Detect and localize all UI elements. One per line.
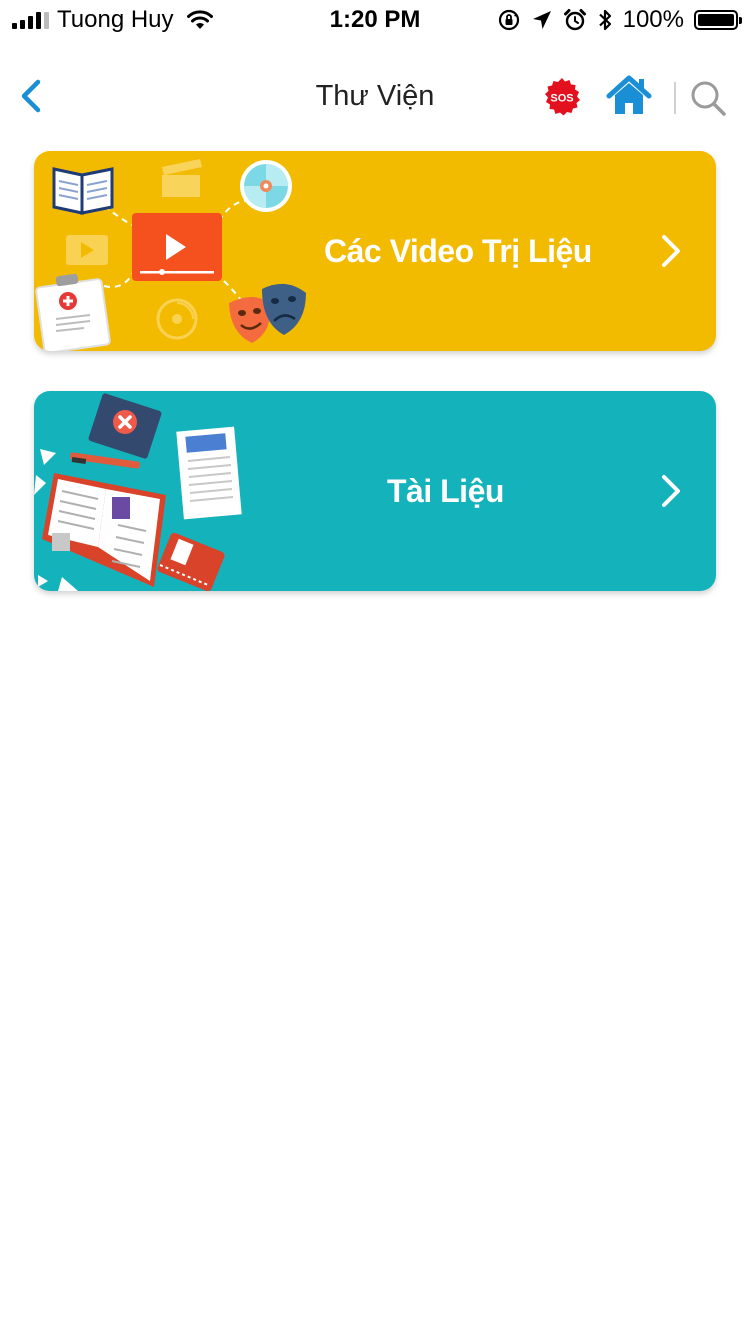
navigation-bar: Thư Viện SOS [0, 56, 750, 136]
pen-icon [70, 452, 140, 469]
location-arrow-icon [532, 11, 551, 29]
disc-icon [240, 160, 292, 212]
chevron-right-icon [662, 235, 680, 267]
chevron-right-icon [662, 475, 680, 507]
orientation-lock-icon [498, 9, 519, 31]
bluetooth-icon [598, 9, 611, 31]
status-bar: Tuong Huy 1:20 PM 100% [0, 0, 750, 40]
therapy-videos-label: Các Video Trị Liệu [324, 232, 592, 269]
book-icon [52, 167, 114, 215]
document-page-icon [176, 426, 242, 520]
alarm-icon [563, 9, 586, 31]
sos-button[interactable]: SOS [542, 77, 582, 117]
status-right: 100% [497, 6, 742, 34]
nav-divider [674, 82, 676, 114]
sos-label: SOS [550, 93, 573, 105]
clapperboard-icon [162, 159, 202, 197]
theater-masks-icon [229, 283, 306, 343]
open-book-icon [42, 473, 166, 587]
documents-illustration [34, 393, 242, 591]
search-icon[interactable] [688, 78, 728, 118]
notebook-icon [157, 532, 225, 591]
documents-card[interactable]: Tài Liệu [34, 391, 716, 591]
medical-book-icon [88, 393, 162, 459]
documents-label: Tài Liệu [387, 472, 504, 509]
faded-video-icon [66, 235, 108, 265]
clipboard-icon [35, 273, 111, 351]
therapy-videos-card[interactable]: Các Video Trị Liệu [34, 151, 716, 351]
video-illustration [35, 159, 306, 351]
battery-percentage: 100% [622, 6, 684, 33]
home-icon[interactable] [606, 74, 652, 118]
battery-icon [694, 10, 742, 30]
faded-disc-icon [156, 298, 198, 340]
video-player-icon [132, 213, 222, 281]
